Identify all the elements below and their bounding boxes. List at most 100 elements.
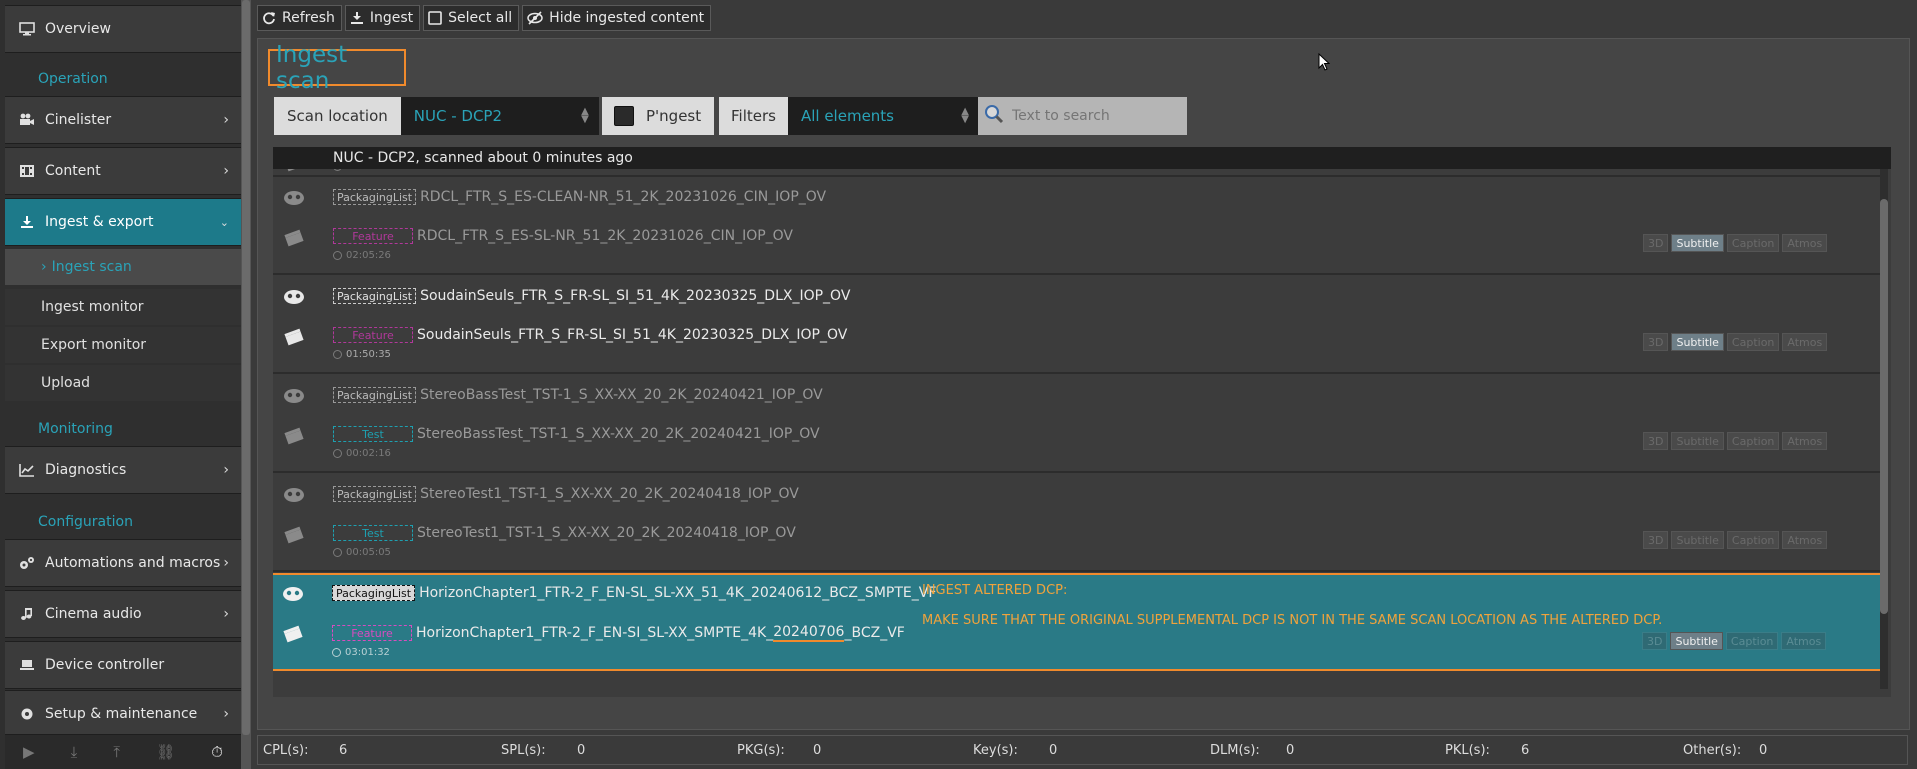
refresh-button[interactable]: Refresh xyxy=(257,5,342,31)
search-input[interactable] xyxy=(1010,107,1184,125)
stat-label: CPL(s): xyxy=(263,743,309,758)
nav-automations[interactable]: Automations and macros › xyxy=(5,539,241,587)
nav-content[interactable]: Content › xyxy=(5,147,241,195)
flag-subtitle: Subtitle xyxy=(1670,632,1723,650)
refresh-label: Refresh xyxy=(282,10,335,26)
play-icon[interactable]: ▶ xyxy=(23,743,35,761)
nav-setup-label: Setup & maintenance xyxy=(45,706,198,722)
cpl-name: SoudainSeuls_FTR_S_FR-SL_SI_51_4K_202303… xyxy=(417,327,848,343)
scrollbar-thumb[interactable] xyxy=(242,0,250,735)
nav-ingest-export[interactable]: Ingest & export ⌄ xyxy=(5,198,241,246)
packaging-list-tag: PackagingList xyxy=(332,585,416,601)
hide-ingested-button[interactable]: Hide ingested content xyxy=(522,5,712,31)
stat-label: SPL(s): xyxy=(501,743,546,758)
stat-value: 0 xyxy=(577,743,586,758)
sidebar-item-ingest-scan[interactable]: › Ingest scan xyxy=(5,249,241,285)
duration: 00:05:05 xyxy=(333,547,391,558)
stat-label: DLM(s): xyxy=(1210,743,1260,758)
pkl-name: HorizonChapter1_FTR-2_F_EN-SL_SL-XX_51_4… xyxy=(419,585,937,601)
list-item[interactable]: PackagingList SoudainSeuls_FTR_S_FR-SL_SI… xyxy=(273,276,1881,374)
gear-icon xyxy=(19,707,37,721)
nav-device-controller[interactable]: Device controller xyxy=(5,641,241,689)
flag-atmos: Atmos xyxy=(1782,333,1828,351)
list-item[interactable]: PackagingList RDCL_FTR_S_ES-CLEAN-NR_51_2… xyxy=(273,177,1881,275)
timer-icon[interactable]: ⏱ xyxy=(211,743,223,761)
stat-pkl: PKL(s): 6 xyxy=(1445,743,1529,758)
stat-label: PKL(s): xyxy=(1445,743,1490,758)
search-field[interactable] xyxy=(978,97,1187,135)
gears-icon xyxy=(19,556,37,570)
flag-subtitle: Subtitle xyxy=(1671,234,1724,252)
list-item[interactable]: PackagingList StereoBassTest_TST-1_S_XX-X… xyxy=(273,375,1881,473)
stat-label: Other(s): xyxy=(1683,743,1742,758)
annotation-note-title: INGEST ALTERED DCP: xyxy=(922,583,1068,598)
flag-subtitle: Subtitle xyxy=(1671,333,1724,351)
cpl-reel-icon xyxy=(284,427,304,445)
scrollbar-thumb[interactable] xyxy=(1880,199,1888,614)
pkl-mask-icon xyxy=(284,191,304,205)
chevron-down-icon: ⌄ xyxy=(219,215,229,229)
packaging-list-tag: PackagingList xyxy=(333,189,417,205)
nav-overview-label: Overview xyxy=(45,21,111,37)
stats-bar: CPL(s): 6 SPL(s): 0 PKG(s): 0 Key(s): 0 DLM(… xyxy=(257,735,1908,765)
nav-content-label: Content xyxy=(45,163,101,179)
cpl-name: StereoBassTest_TST-1_S_XX-XX_20_2K_20240… xyxy=(417,426,820,442)
list-item[interactable]: PackagingList StereoTest1_TST-1_S_XX-XX_2… xyxy=(273,474,1881,572)
pingest-toggle[interactable]: P'ngest xyxy=(602,97,715,135)
list-scrollbar[interactable] xyxy=(1880,169,1888,689)
stat-value: 0 xyxy=(1049,743,1058,758)
flag-caption: Caption xyxy=(1726,432,1780,450)
filters-select[interactable]: All elements ▲ ▼ xyxy=(787,97,979,135)
stat-value: 6 xyxy=(1521,743,1530,758)
ingest-button[interactable]: Ingest xyxy=(344,5,421,31)
stat-pkg: PKG(s): 0 xyxy=(737,743,821,758)
sidebar-item-ingest-monitor[interactable]: Ingest monitor xyxy=(5,289,241,325)
chevron-right-icon: › xyxy=(223,706,229,722)
test-tag: Test xyxy=(333,525,413,541)
clock-icon xyxy=(332,648,341,657)
sidebar-scrollbar[interactable] xyxy=(241,0,251,769)
scan-location-label: Scan location xyxy=(274,97,401,135)
flag-3d: 3D xyxy=(1643,432,1669,450)
ingest-label: Ingest xyxy=(369,10,414,26)
flag-atmos: Atmos xyxy=(1782,432,1828,450)
feature-tag: Feature xyxy=(333,327,413,343)
flag-caption: Caption xyxy=(1726,234,1780,252)
pingest-box[interactable]: P'ngest xyxy=(602,97,715,135)
list-item-selected[interactable]: PackagingList HorizonChapter1_FTR-2_F_EN-… xyxy=(273,573,1888,671)
sidebar-item-label: Ingest scan xyxy=(51,259,132,275)
stat-key: Key(s): 0 xyxy=(973,743,1057,758)
pkl-mask-icon xyxy=(284,389,304,403)
sidebar-item-label: Export monitor xyxy=(41,337,147,353)
pingest-checkbox[interactable] xyxy=(614,106,634,126)
select-all-label: Select all xyxy=(448,10,513,26)
camera-icon xyxy=(19,113,37,127)
cpl-reel-icon xyxy=(284,526,304,544)
link-icon[interactable]: ⛓ xyxy=(156,743,175,761)
scan-location-select[interactable]: NUC - DCP2 ▲ ▼ xyxy=(400,97,599,135)
ingest-icon[interactable]: ⤓ xyxy=(71,743,78,761)
mouse-cursor-icon xyxy=(1318,53,1330,71)
stat-value: 0 xyxy=(1286,743,1295,758)
cpl-name-part: HorizonChapter1_FTR-2_F_EN-SI_SL-XX_SMPT… xyxy=(416,625,774,641)
duration-value: 00:05:05 xyxy=(346,547,391,558)
sidebar-item-upload[interactable]: Upload xyxy=(5,365,241,401)
select-all-button[interactable]: Select all xyxy=(423,5,520,31)
nav-diagnostics[interactable]: Diagnostics › xyxy=(5,446,241,494)
test-tag: Test xyxy=(333,426,413,442)
filters-label: Filters xyxy=(719,97,788,135)
nav-setup-maintenance[interactable]: Setup & maintenance › xyxy=(5,690,241,738)
select-caret-icon: ▲ ▼ xyxy=(961,106,969,125)
clock-icon xyxy=(333,449,342,458)
nav-overview[interactable]: Overview xyxy=(5,5,241,53)
duration: 01:50:35 xyxy=(333,349,391,360)
upload-icon[interactable]: ⤒ xyxy=(113,743,120,761)
sidebar-item-label: Upload xyxy=(41,375,91,391)
sidebar-item-export-monitor[interactable]: Export monitor xyxy=(5,327,241,363)
nav-cinema-audio[interactable]: Cinema audio › xyxy=(5,590,241,638)
nav-cinema-audio-label: Cinema audio xyxy=(45,606,142,622)
nav-cinelister[interactable]: Cinelister › xyxy=(5,96,241,144)
duration-value: 02:05:26 xyxy=(346,250,391,261)
chevron-right-icon: › xyxy=(223,462,229,478)
stat-label: PKG(s): xyxy=(737,743,785,758)
